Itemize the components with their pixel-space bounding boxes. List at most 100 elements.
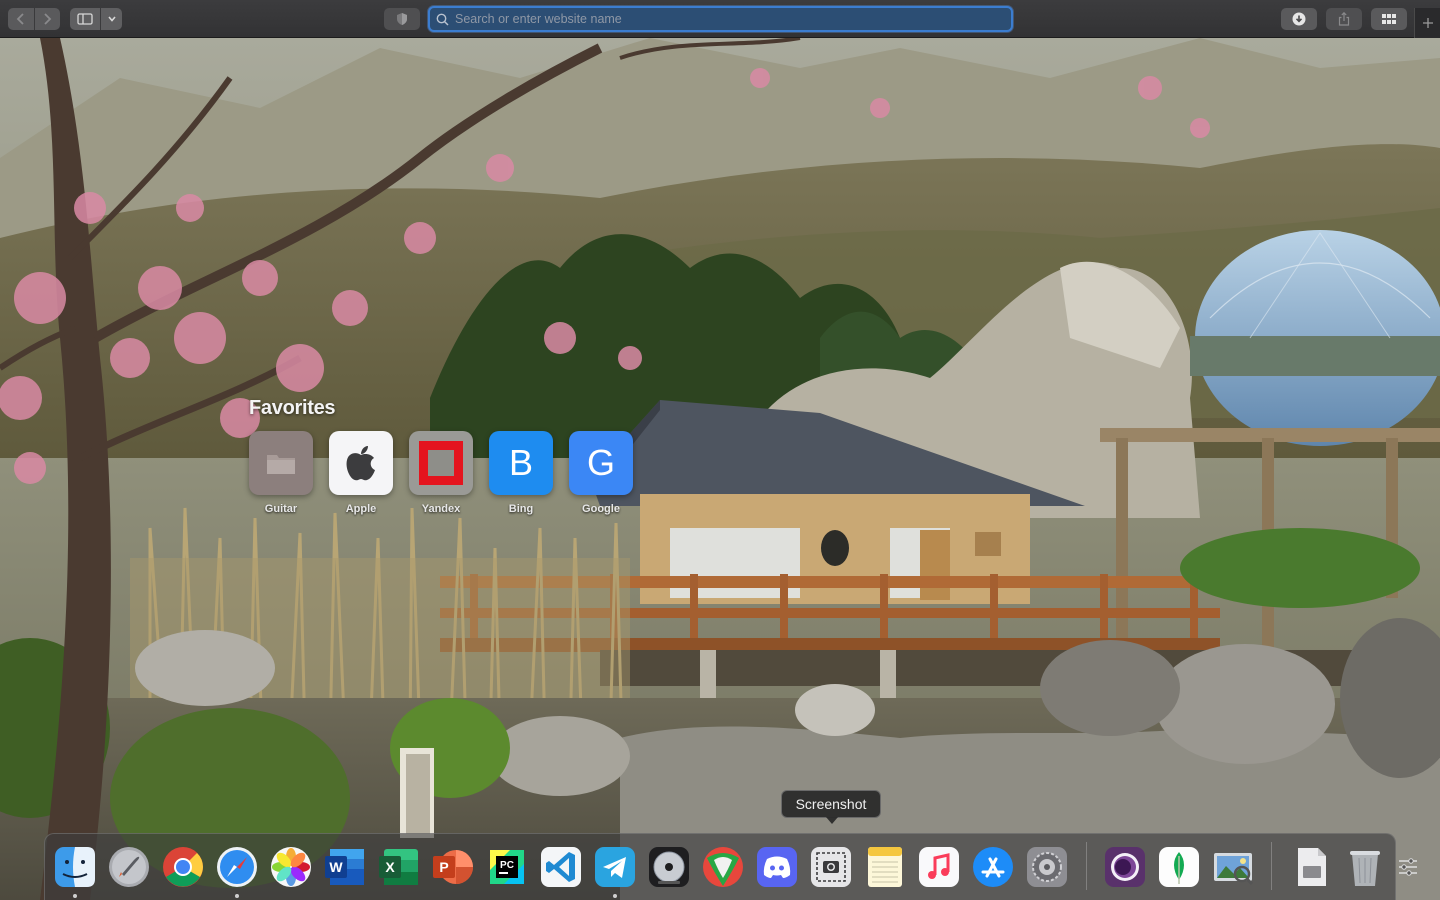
favorites-section: Favorites Guitar Apple Yandex B Bing G G… [249,397,633,515]
share-icon [1338,12,1350,26]
powerpoint-icon: P [433,850,473,884]
sidebar-menu-button[interactable] [101,8,122,30]
finder-icon [55,847,95,887]
excel-icon: X [379,849,418,885]
dock-chrome[interactable] [161,845,205,889]
compass-icon [217,847,257,887]
leaf-icon [1159,847,1199,887]
screenshot-icon [811,847,851,887]
new-tab-button[interactable] [1414,8,1440,38]
dock-photos[interactable] [269,845,313,889]
dock-separator [1271,842,1272,890]
favorite-tile[interactable] [249,431,313,495]
favorite-tile[interactable] [409,431,473,495]
share-button[interactable] [1326,8,1362,30]
powerpoint-badge: P [439,859,448,875]
shadowrocket-icon [703,847,743,887]
bing-letter-icon: B [508,442,533,483]
dock-notes[interactable] [863,845,907,889]
dock-trash[interactable] [1343,845,1387,889]
favorites-grid: Guitar Apple Yandex B Bing G Google [249,431,633,515]
dock-word[interactable]: W [323,845,367,889]
telegram-running-indicator [613,894,617,898]
photos-icon [271,847,311,887]
dock-tooltip: Screenshot [781,790,881,824]
dock-mongodb-compass[interactable] [1157,845,1201,889]
forward-button[interactable] [35,8,61,30]
address-bar[interactable] [428,6,1013,32]
pycharm-badge: PC [500,860,514,871]
downloads-button[interactable] [1281,8,1317,30]
tab-overview-button[interactable] [1371,8,1407,30]
excel-badge: X [385,859,395,875]
favorite-google[interactable]: G Google [569,431,633,515]
desktop-wallpaper [0,38,1440,900]
notes-icon [868,847,902,887]
dock-excel[interactable]: X [377,845,421,889]
dock-safari[interactable] [215,845,259,889]
browser-toolbar [0,0,1440,38]
gear-icon [1027,847,1067,887]
rocket-icon [109,847,149,887]
dock-screenshot[interactable] [809,845,853,889]
telegram-icon [595,847,635,887]
plus-icon [1423,18,1433,28]
dock-tor-browser[interactable] [1103,845,1147,889]
vscode-icon [541,847,581,887]
address-input[interactable] [449,9,975,29]
favorite-label: Apple [345,503,377,515]
favorite-label: Yandex [421,503,461,515]
favorite-guitar[interactable]: Guitar [249,431,313,515]
dock-dvd-player[interactable] [647,845,691,889]
favorite-label: Bing [508,503,534,515]
chevron-down-icon [107,16,116,22]
dock-telegram[interactable] [593,845,637,889]
discord-icon [757,847,797,887]
favorite-tile[interactable]: G [569,431,633,495]
music-icon [919,847,959,887]
trash-icon [1350,851,1380,886]
finder-running-indicator [73,894,77,898]
favorite-tile[interactable] [329,431,393,495]
dock-launchpad[interactable] [107,845,151,889]
tab-overview-icon [1382,14,1396,24]
favorite-apple[interactable]: Apple [329,431,393,515]
dock-system-preferences[interactable] [1025,845,1069,889]
favorite-label: Google [582,503,620,515]
favorite-yandex[interactable]: Yandex [409,431,473,515]
dock-settings-handle[interactable] [1396,845,1420,889]
document-stack-icon [1298,848,1326,886]
back-button[interactable] [8,8,35,30]
sidebar-buttons [70,8,122,30]
favorite-tile[interactable]: B [489,431,553,495]
pycharm-icon: PC [490,850,524,884]
dock-vscode[interactable] [539,845,583,889]
safari-running-indicator [235,894,239,898]
forward-icon [44,13,52,25]
dock-discord[interactable] [755,845,799,889]
word-badge: W [329,859,343,875]
favorites-title: Favorites [249,397,336,419]
dock-finder[interactable] [53,845,97,889]
download-icon [1292,12,1306,26]
dock-powerpoint[interactable]: P [431,845,475,889]
yandex-icon [419,441,463,485]
chrome-icon [163,847,203,887]
favorite-bing[interactable]: B Bing [489,431,553,515]
search-icon [436,13,449,26]
dock-preview[interactable] [1211,845,1255,889]
dock-shadowrocket[interactable] [701,845,745,889]
tor-browser-icon [1105,847,1145,887]
back-icon [16,13,24,25]
dock-downloads[interactable] [1289,845,1333,889]
shield-icon [397,13,407,25]
dvd-icon [649,847,689,887]
dock-pycharm[interactable]: PC [485,845,529,889]
app-store-icon [973,847,1013,887]
privacy-report-button[interactable] [384,8,420,30]
sidebar-toggle-button[interactable] [70,8,101,30]
folder-icon [267,455,295,474]
dock-music[interactable] [917,845,961,889]
dock-app-store[interactable] [971,845,1015,889]
sliders-icon [1399,858,1417,876]
